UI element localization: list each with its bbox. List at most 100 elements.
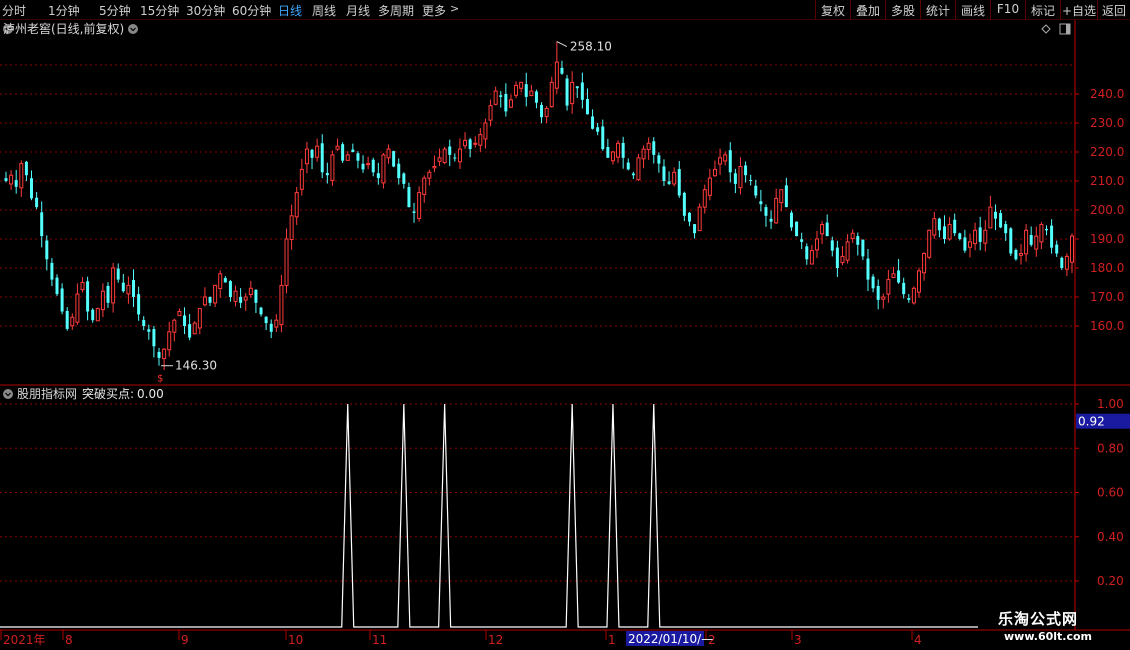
- candle-body: [172, 319, 177, 333]
- candle-body: [386, 148, 391, 159]
- toolbar-button[interactable]: 多股: [885, 0, 920, 20]
- candle-body: [106, 285, 110, 303]
- candle-body: [248, 287, 253, 295]
- candle-body: [1050, 225, 1054, 248]
- candle-body: [922, 253, 927, 274]
- candle-body: [749, 179, 753, 181]
- candle-body: [610, 151, 615, 162]
- candle-body: [672, 171, 677, 185]
- candle-body: [264, 316, 268, 324]
- chart-canvas[interactable]: 240.0 230.0 220.0 210.0 200.0 190.0 180.0 170.0…: [0, 20, 1130, 650]
- period-tab[interactable]: 周线: [312, 2, 336, 19]
- candle-body: [631, 173, 635, 176]
- period-tab[interactable]: 分时: [2, 2, 26, 19]
- chevron-down-icon[interactable]: [128, 24, 138, 34]
- candle-body: [14, 180, 18, 187]
- toolbar-button[interactable]: 标记: [1025, 0, 1060, 20]
- candle-body: [1039, 224, 1044, 243]
- toolbar-button[interactable]: 返回: [1097, 0, 1130, 20]
- indicator-tick-label: 0.60: [1097, 486, 1124, 500]
- candle-body: [937, 218, 941, 231]
- candle-body: [417, 192, 422, 219]
- price-tick-label: 230.0: [1090, 116, 1124, 130]
- candle-body: [707, 177, 712, 196]
- candle-body: [19, 163, 24, 189]
- toolbar-button[interactable]: 统计: [920, 0, 955, 20]
- candle-body: [733, 173, 737, 184]
- candle-body: [759, 201, 763, 205]
- candle-body: [529, 90, 534, 97]
- toolbar-button[interactable]: 复权: [815, 0, 850, 20]
- candle-body: [953, 219, 957, 234]
- candle-body: [294, 192, 299, 218]
- candle-body: [891, 273, 896, 278]
- period-tab[interactable]: 月线: [346, 2, 370, 19]
- period-tab[interactable]: 60分钟: [232, 2, 271, 19]
- candle-body: [167, 331, 172, 351]
- candle-body: [91, 309, 95, 321]
- candle-body: [412, 211, 416, 213]
- price-tick-label: 210.0: [1090, 174, 1124, 188]
- period-tab[interactable]: 多周期: [378, 2, 414, 19]
- chevron-down-icon[interactable]: [3, 389, 13, 399]
- candle-body: [116, 268, 120, 280]
- candle-body: [514, 84, 519, 96]
- indicator-value: 0.00: [137, 387, 164, 401]
- period-tab[interactable]: 1分钟: [48, 2, 80, 19]
- candle-body: [636, 157, 641, 181]
- toolbar-button[interactable]: +自选: [1060, 0, 1097, 20]
- period-tab[interactable]: 30分钟: [186, 2, 225, 19]
- period-tab[interactable]: 日线: [278, 2, 302, 19]
- price-tick-label: 200.0: [1090, 203, 1124, 217]
- candle-body: [820, 224, 825, 235]
- watermark-title: 乐淘公式网: [998, 610, 1079, 628]
- candle-body: [596, 127, 600, 132]
- top-toolbar: 分时 1分钟 5分钟 15分钟 30分钟 60分钟 日线 周线 月线 多周期 更多 > 复权 叠加 多股统…: [0, 0, 1130, 20]
- candle-body: [549, 81, 554, 108]
- toolbar-button[interactable]: F10: [990, 0, 1025, 20]
- candle-body: [616, 142, 621, 158]
- candle-body: [330, 154, 335, 181]
- candle-body: [927, 229, 932, 258]
- period-tab[interactable]: 更多: [422, 2, 446, 19]
- candle-body: [335, 145, 340, 150]
- candle-body: [422, 177, 427, 195]
- candle-body: [397, 163, 401, 179]
- candle-body: [147, 329, 151, 332]
- toolbar-button[interactable]: 画线: [955, 0, 990, 20]
- candle-body: [744, 165, 748, 176]
- candle-body: [580, 82, 584, 100]
- time-axis-label: 2021年: [3, 633, 46, 647]
- candle-body: [24, 161, 28, 176]
- candle-body: [269, 323, 273, 332]
- candle-body: [667, 181, 671, 184]
- candle-body: [432, 166, 437, 169]
- candle-body: [239, 296, 243, 303]
- period-tab[interactable]: 5分钟: [99, 2, 131, 19]
- candle-body: [504, 93, 508, 112]
- candle-body: [152, 329, 156, 347]
- candle-body: [457, 148, 462, 163]
- candle-body: [1070, 235, 1074, 263]
- candle-body: [897, 270, 901, 283]
- candle-body: [575, 86, 579, 89]
- candle-body: [911, 287, 916, 304]
- watermark-url: www.60lt.com: [1004, 630, 1093, 643]
- candle-body: [371, 159, 375, 173]
- price-tick-label: 170.0: [1090, 290, 1124, 304]
- chevron-right-icon[interactable]: >: [450, 2, 459, 15]
- candle-body: [958, 233, 962, 239]
- candle-body: [177, 311, 182, 317]
- period-tab[interactable]: 15分钟: [140, 2, 179, 19]
- candle-body: [728, 150, 732, 173]
- indicator-tick-label: 0.40: [1097, 530, 1124, 544]
- candle-body: [361, 163, 365, 170]
- toolbar-button[interactable]: 叠加: [850, 0, 885, 20]
- candle-body: [315, 145, 320, 158]
- candle-body: [213, 284, 218, 304]
- candle-body: [988, 206, 993, 229]
- candle-body: [453, 157, 457, 159]
- candle-body: [621, 142, 625, 158]
- price-tick-label: 160.0: [1090, 319, 1124, 333]
- candle-body: [861, 239, 865, 257]
